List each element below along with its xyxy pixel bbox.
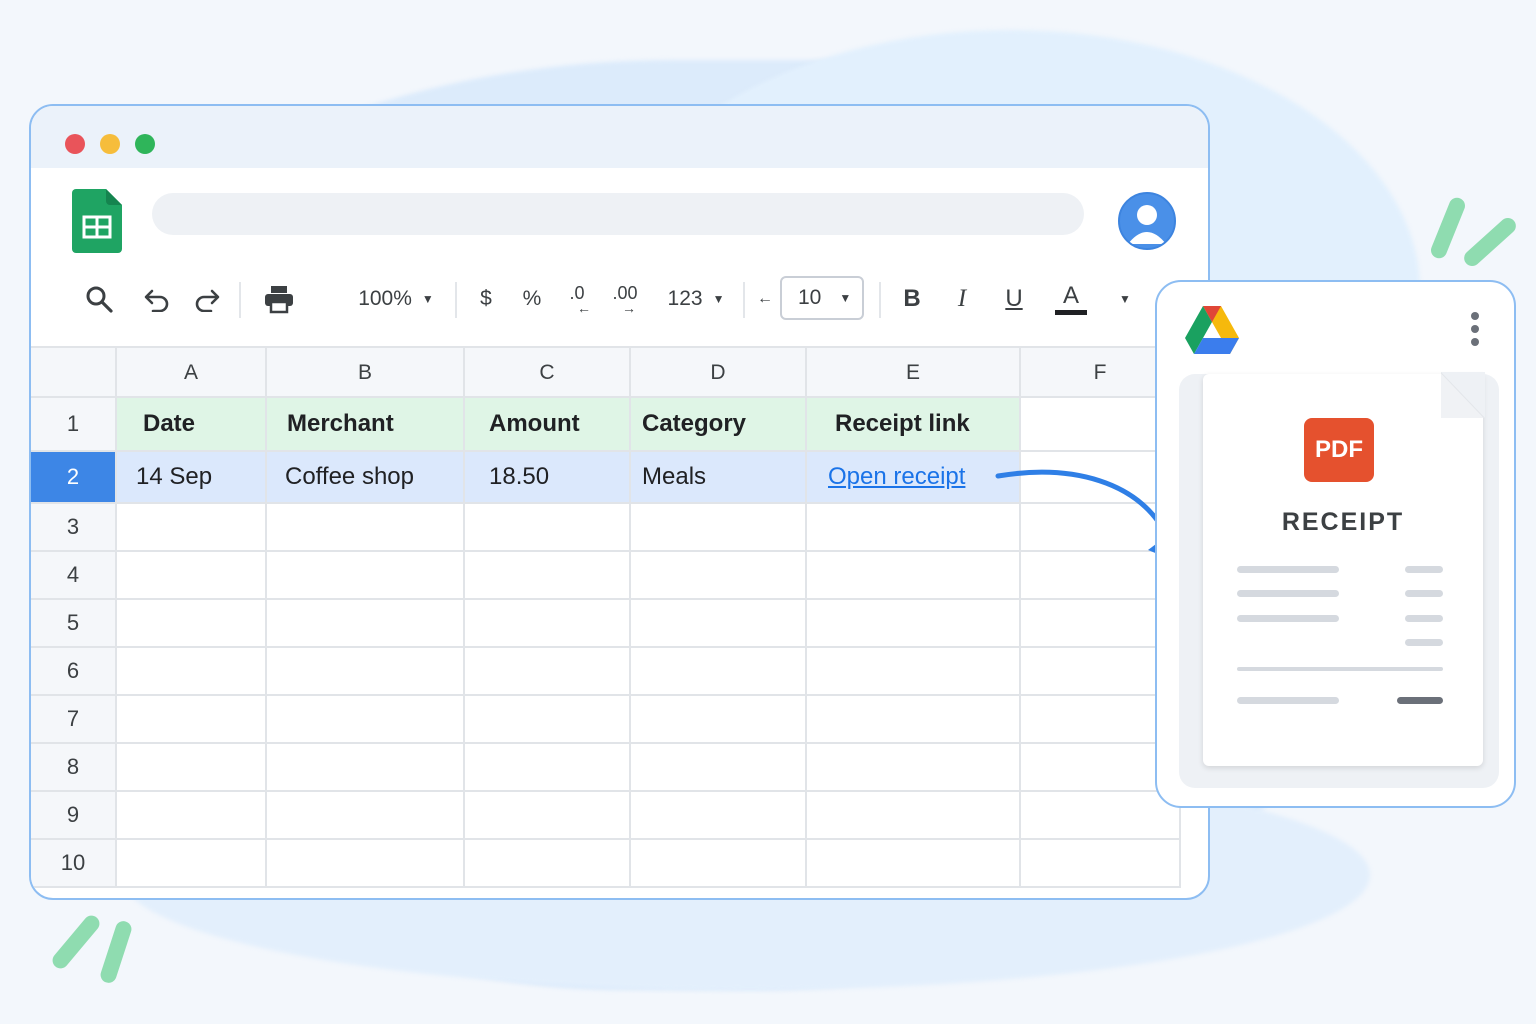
row-header-4[interactable]: 4 — [31, 552, 115, 600]
italic-button[interactable]: I — [947, 276, 977, 322]
receipt-value — [1405, 639, 1443, 646]
user-avatar-icon[interactable] — [1118, 192, 1176, 250]
chevron-down-icon: ▼ — [421, 292, 434, 306]
receipt-total-value — [1397, 697, 1443, 704]
cell-b2[interactable]: Coffee shop — [265, 452, 463, 504]
font-size-value: 10 — [798, 286, 822, 309]
cell-b1[interactable]: Merchant — [265, 398, 463, 452]
underline-button[interactable]: U — [999, 276, 1029, 322]
column-line-e — [805, 504, 807, 888]
cell-d1[interactable]: Category — [629, 398, 805, 452]
cell-e1[interactable]: Receipt link — [805, 398, 1019, 452]
font-size-select[interactable]: 10 ▼ — [780, 276, 864, 320]
toolbar-divider — [743, 282, 745, 318]
column-header-e[interactable]: E — [805, 348, 1019, 398]
row-header-1[interactable]: 1 — [31, 398, 115, 452]
title-bar — [31, 106, 1208, 168]
page-fold-icon — [1441, 372, 1485, 418]
column-header-row: A B C D E F — [31, 346, 1208, 398]
pdf-icon: PDF — [1304, 418, 1374, 482]
text-color-label: A — [1062, 281, 1079, 309]
cell-a1[interactable]: Date — [115, 398, 265, 452]
chevron-down-icon: ▼ — [712, 292, 725, 306]
bold-button[interactable]: B — [897, 276, 927, 322]
receipt-divider — [1237, 667, 1443, 671]
chevron-down-icon: ▼ — [839, 291, 852, 305]
text-color-button[interactable]: A — [1051, 276, 1091, 322]
decor-dash — [49, 912, 103, 972]
column-line-b — [265, 504, 267, 888]
more-formats-chevron-icon[interactable]: ▼ — [1113, 276, 1137, 322]
receipt-value — [1405, 566, 1443, 573]
toolbar-divider — [455, 282, 457, 318]
column-header-a[interactable]: A — [115, 348, 265, 398]
decor-dash — [1460, 214, 1520, 270]
receipt-document: PDF RECEIPT — [1203, 372, 1485, 766]
redo-icon[interactable] — [187, 276, 227, 322]
currency-format-button[interactable]: $ — [471, 276, 501, 322]
row-header-10[interactable]: 10 — [31, 840, 115, 888]
receipt-line — [1237, 590, 1339, 597]
row-header-7[interactable]: 7 — [31, 696, 115, 744]
close-window-button[interactable] — [65, 134, 85, 154]
open-receipt-link[interactable]: Open receipt — [828, 463, 965, 491]
decor-dash — [98, 919, 134, 985]
drive-file-preview[interactable]: PDF RECEIPT — [1155, 280, 1516, 808]
number-format-select[interactable]: 123 ▼ — [661, 276, 731, 322]
row-header-2[interactable]: 2 — [31, 452, 115, 504]
cell-c1[interactable]: Amount — [463, 398, 629, 452]
toolbar-divider — [879, 282, 881, 318]
receipt-total-label — [1237, 697, 1339, 704]
column-header-b[interactable]: B — [265, 348, 463, 398]
cell-d2[interactable]: Meals — [629, 452, 805, 504]
receipt-value — [1405, 590, 1443, 597]
decor-dash — [1428, 195, 1468, 261]
sheets-logo[interactable] — [72, 189, 122, 253]
column-header-c[interactable]: C — [463, 348, 629, 398]
formatting-toolbar: 100% ▼ $ % .0 ← .00 → 123 ▼ ← 10 ▼ B I U A… — [67, 266, 1177, 332]
row-header-8[interactable]: 8 — [31, 744, 115, 792]
column-line-d — [629, 504, 631, 888]
more-vert-icon[interactable] — [1469, 312, 1481, 352]
maximize-window-button[interactable] — [135, 134, 155, 154]
text-color-swatch — [1055, 309, 1087, 315]
row-header-3[interactable]: 3 — [31, 504, 115, 552]
row-header-9[interactable]: 9 — [31, 792, 115, 840]
zoom-select[interactable]: 100% ▼ — [351, 276, 441, 322]
search-bar[interactable] — [152, 193, 1084, 235]
receipt-line — [1237, 566, 1339, 573]
toolbar-divider — [239, 282, 241, 318]
file-thumbnail-area: PDF RECEIPT — [1179, 372, 1499, 788]
decrease-decimal-button[interactable]: .0 ← — [561, 276, 593, 322]
minimize-window-button[interactable] — [100, 134, 120, 154]
search-icon[interactable] — [79, 276, 119, 322]
row-header-5[interactable]: 5 — [31, 600, 115, 648]
percent-format-button[interactable]: % — [517, 276, 547, 322]
number-format-label: 123 — [667, 287, 703, 310]
undo-icon[interactable] — [137, 276, 177, 322]
cell-e2[interactable]: Open receipt — [805, 452, 1019, 504]
cell-c2[interactable]: 18.50 — [463, 452, 629, 504]
decrease-font-size-icon[interactable]: ← — [757, 276, 773, 322]
app-header — [31, 168, 1208, 268]
arrow-left-icon: ← — [577, 300, 591, 316]
receipt-value — [1405, 615, 1443, 622]
row-header-6[interactable]: 6 — [31, 648, 115, 696]
column-line-c — [463, 504, 465, 888]
column-header-d[interactable]: D — [629, 348, 805, 398]
increase-decimal-button[interactable]: .00 → — [605, 276, 645, 322]
receipt-title: RECEIPT — [1281, 508, 1405, 536]
arrow-right-icon: → — [622, 300, 636, 316]
print-icon[interactable] — [257, 276, 301, 322]
spreadsheet-grid: A B C D E F 1 2 3 4 5 6 7 8 9 10 Date Me… — [31, 346, 1208, 898]
cell-a2[interactable]: 14 Sep — [115, 452, 265, 504]
google-drive-logo — [1185, 306, 1239, 354]
receipt-line — [1237, 615, 1339, 622]
zoom-value: 100% — [358, 287, 412, 310]
